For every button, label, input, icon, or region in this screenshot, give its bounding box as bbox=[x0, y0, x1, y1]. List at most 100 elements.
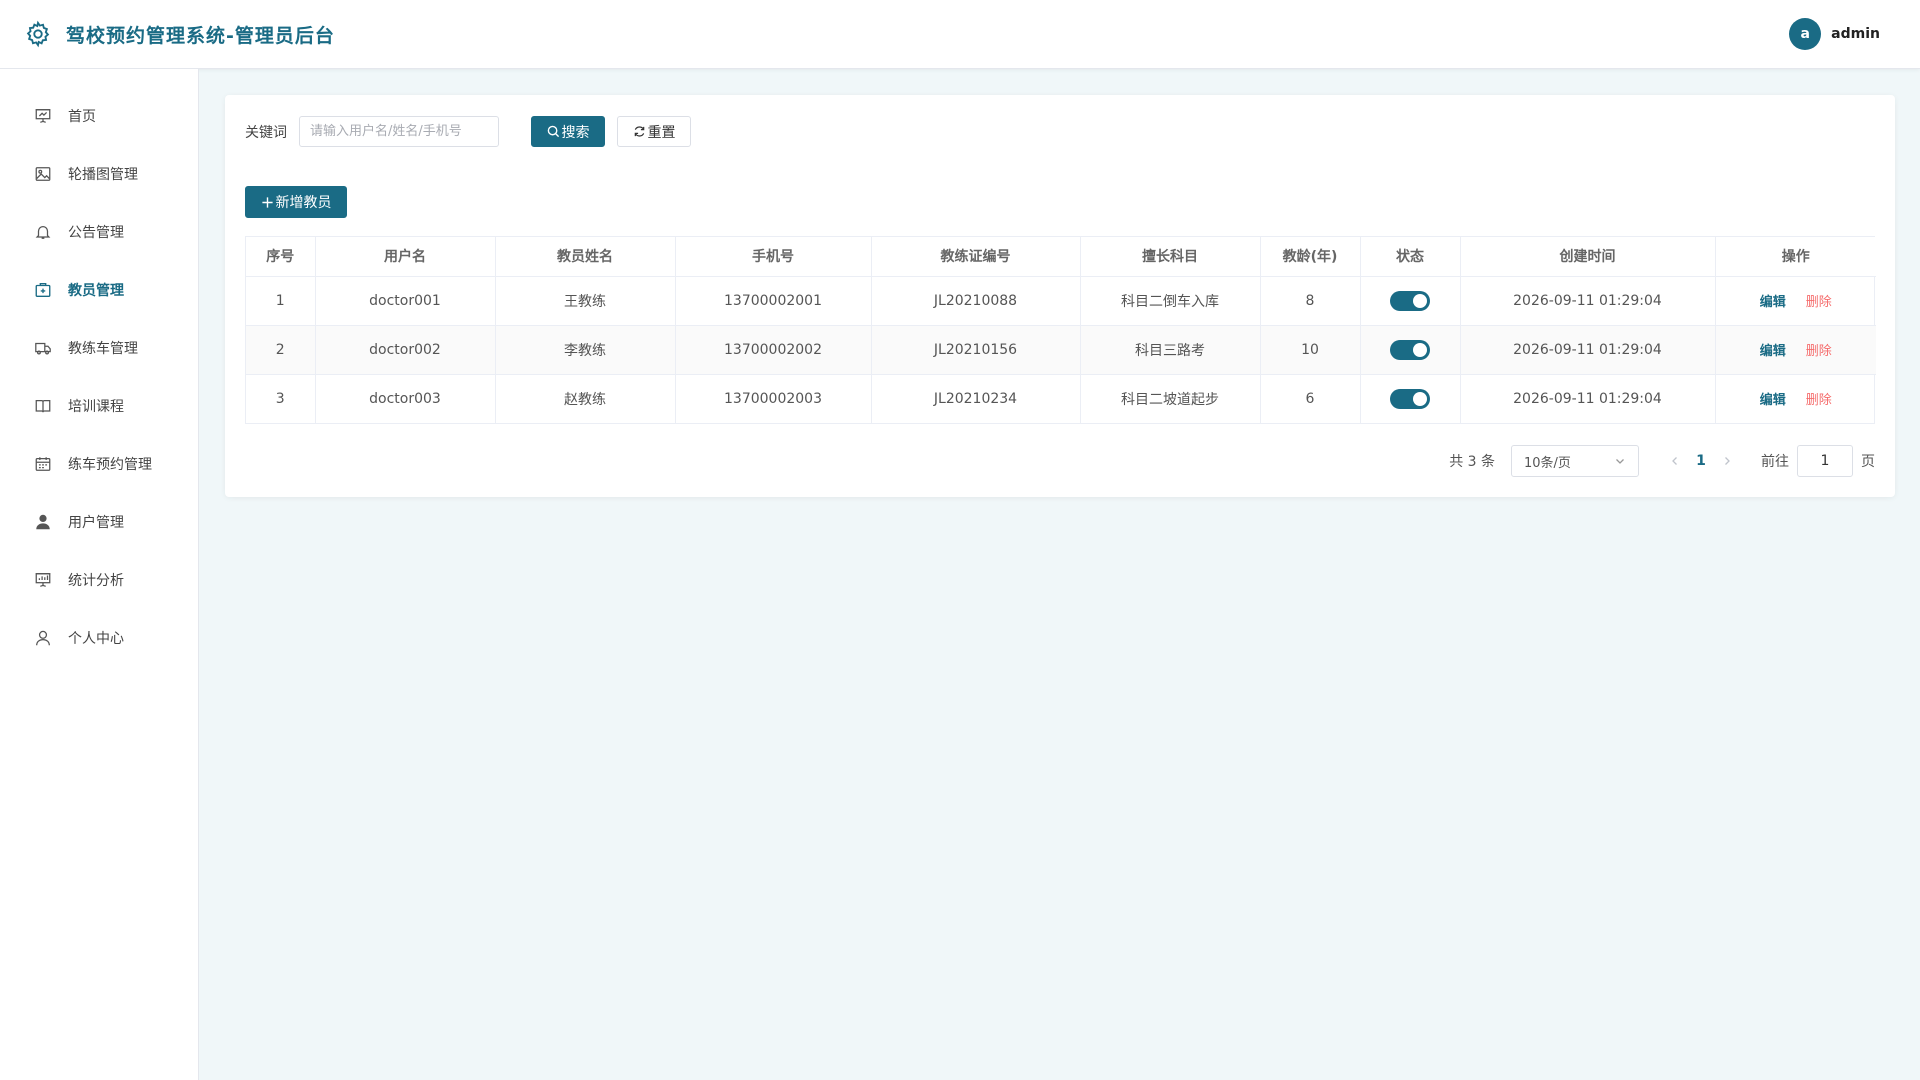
sidebar-item-label: 公告管理 bbox=[68, 225, 124, 241]
search-input[interactable] bbox=[299, 116, 499, 147]
sidebar-item-booking[interactable]: 练车预约管理 bbox=[0, 435, 198, 493]
dashboard-icon bbox=[35, 109, 51, 123]
toggle-knob bbox=[1413, 342, 1427, 357]
cell-years: 6 bbox=[1260, 374, 1361, 423]
cell-created: 2026-09-11 01:29:04 bbox=[1460, 325, 1716, 375]
search-icon bbox=[547, 125, 559, 138]
cell-name: 王教练 bbox=[495, 276, 676, 326]
calendar-icon bbox=[35, 457, 51, 471]
cell-created: 2026-09-11 01:29:04 bbox=[1460, 374, 1716, 423]
gear-icon bbox=[26, 20, 50, 48]
sidebar-item-notice[interactable]: 公告管理 bbox=[0, 203, 198, 261]
cell-subject: 科目三路考 bbox=[1080, 325, 1261, 375]
goto-unit: 页 bbox=[1861, 454, 1875, 470]
table-row: 3 doctor003 赵教练 13700002003 JL20210234 科… bbox=[246, 374, 1876, 423]
cell-phone: 13700002001 bbox=[675, 276, 872, 326]
goto-label: 前往 bbox=[1761, 454, 1789, 470]
add-coach-button[interactable]: 新增教员 bbox=[245, 186, 347, 218]
cell-username: doctor001 bbox=[315, 276, 496, 326]
status-toggle[interactable] bbox=[1390, 388, 1430, 409]
sidebar-item-home[interactable]: 首页 bbox=[0, 87, 198, 145]
sidebar-item-label: 首页 bbox=[68, 109, 96, 125]
table-row: 1 doctor001 王教练 13700002001 JL20210088 科… bbox=[246, 276, 1876, 326]
sidebar-item-label: 教练车管理 bbox=[68, 341, 138, 357]
search-button[interactable]: 搜索 bbox=[531, 116, 605, 147]
reset-button-label: 重置 bbox=[647, 124, 676, 141]
cell-actions: 编辑 删除 bbox=[1715, 276, 1876, 326]
next-page-button[interactable] bbox=[1717, 445, 1737, 477]
coach-table: 序号 用户名 教员姓名 手机号 教练证编号 擅长科目 教龄(年) 状态 创建时间… bbox=[245, 236, 1876, 424]
brand: 驾校预约管理系统-管理员后台 bbox=[24, 20, 335, 48]
add-coach-button-label: 新增教员 bbox=[275, 195, 332, 211]
cell-cert: JL20210088 bbox=[871, 276, 1081, 326]
cell-created: 2026-09-11 01:29:04 bbox=[1460, 276, 1716, 326]
cell-actions: 编辑 删除 bbox=[1715, 325, 1876, 375]
table-row: 2 doctor002 李教练 13700002002 JL20210156 科… bbox=[246, 325, 1876, 375]
sidebar-item-label: 培训课程 bbox=[68, 399, 124, 415]
sidebar-item-label: 轮播图管理 bbox=[68, 167, 138, 183]
status-toggle[interactable] bbox=[1390, 290, 1430, 311]
edit-link[interactable]: 编辑 bbox=[1760, 393, 1786, 408]
cell-index: 3 bbox=[246, 374, 316, 423]
goto-page-input[interactable] bbox=[1797, 445, 1853, 477]
sidebar-item-label: 统计分析 bbox=[68, 573, 124, 589]
cell-name: 赵教练 bbox=[495, 374, 676, 423]
cell-actions: 编辑 删除 bbox=[1715, 374, 1876, 423]
page-number-current[interactable]: 1 bbox=[1685, 453, 1717, 469]
delete-link[interactable]: 删除 bbox=[1806, 344, 1832, 359]
page-size-value: 10条/页 bbox=[1524, 455, 1571, 471]
app-title: 驾校预约管理系统-管理员后台 bbox=[66, 24, 335, 47]
plus-icon bbox=[261, 196, 273, 208]
sidebar-item-coach[interactable]: 教员管理 bbox=[0, 261, 198, 319]
sidebar: 首页 轮播图管理 公告管理 教员管理 教练车管理 培训课程 练车预约管理 用户管… bbox=[0, 69, 199, 1080]
cell-status bbox=[1360, 325, 1461, 375]
sidebar-item-car[interactable]: 教练车管理 bbox=[0, 319, 198, 377]
column-header: 创建时间 bbox=[1460, 237, 1716, 277]
user-icon bbox=[36, 630, 50, 646]
sidebar-item-label: 用户管理 bbox=[68, 515, 124, 531]
cell-index: 2 bbox=[246, 325, 316, 375]
sidebar-item-course[interactable]: 培训课程 bbox=[0, 377, 198, 435]
edit-link[interactable]: 编辑 bbox=[1760, 344, 1786, 359]
reset-button[interactable]: 重置 bbox=[617, 116, 691, 147]
image-icon bbox=[35, 167, 51, 181]
sidebar-item-label: 个人中心 bbox=[68, 631, 124, 647]
sidebar-item-users[interactable]: 用户管理 bbox=[0, 493, 198, 551]
sidebar-item-stats[interactable]: 统计分析 bbox=[0, 551, 198, 609]
bell-icon bbox=[35, 225, 51, 239]
cell-username: doctor002 bbox=[315, 325, 496, 375]
delete-link[interactable]: 删除 bbox=[1806, 295, 1832, 310]
user-menu[interactable]: a admin bbox=[1789, 18, 1880, 50]
top-header: 驾校预约管理系统-管理员后台 a admin bbox=[0, 0, 1920, 69]
first-aid-kit-icon bbox=[35, 283, 51, 297]
toggle-knob bbox=[1413, 391, 1427, 406]
sidebar-item-profile[interactable]: 个人中心 bbox=[0, 609, 198, 667]
cell-cert: JL20210156 bbox=[871, 325, 1081, 375]
edit-link[interactable]: 编辑 bbox=[1760, 295, 1786, 310]
status-toggle[interactable] bbox=[1390, 339, 1430, 360]
pagination: 共 3 条 10条/页 1 前往 页 bbox=[1449, 445, 1875, 477]
search-bar: 关键词 搜索 重置 bbox=[245, 116, 691, 147]
sidebar-item-carousel[interactable]: 轮播图管理 bbox=[0, 145, 198, 203]
column-header: 用户名 bbox=[315, 237, 496, 277]
cell-status bbox=[1360, 374, 1461, 423]
cell-cert: JL20210234 bbox=[871, 374, 1081, 423]
book-icon bbox=[35, 399, 51, 413]
refresh-icon bbox=[634, 126, 644, 137]
cell-subject: 科目二坡道起步 bbox=[1080, 374, 1261, 423]
prev-page-button[interactable] bbox=[1665, 445, 1685, 477]
avatar[interactable]: a bbox=[1789, 18, 1822, 50]
page-size-select[interactable]: 10条/页 bbox=[1511, 445, 1639, 477]
column-header: 手机号 bbox=[675, 237, 872, 277]
sidebar-item-label: 练车预约管理 bbox=[68, 457, 152, 473]
delete-link[interactable]: 删除 bbox=[1806, 393, 1832, 408]
cell-index: 1 bbox=[246, 276, 316, 326]
column-header: 教龄(年) bbox=[1260, 237, 1361, 277]
sidebar-item-label: 教员管理 bbox=[68, 283, 124, 299]
column-header: 教员姓名 bbox=[495, 237, 676, 277]
username[interactable]: admin bbox=[1831, 26, 1880, 42]
table-header-row: 序号 用户名 教员姓名 手机号 教练证编号 擅长科目 教龄(年) 状态 创建时间… bbox=[246, 237, 1876, 277]
column-header: 操作 bbox=[1715, 237, 1876, 277]
truck-icon bbox=[35, 342, 51, 355]
column-header: 擅长科目 bbox=[1080, 237, 1261, 277]
